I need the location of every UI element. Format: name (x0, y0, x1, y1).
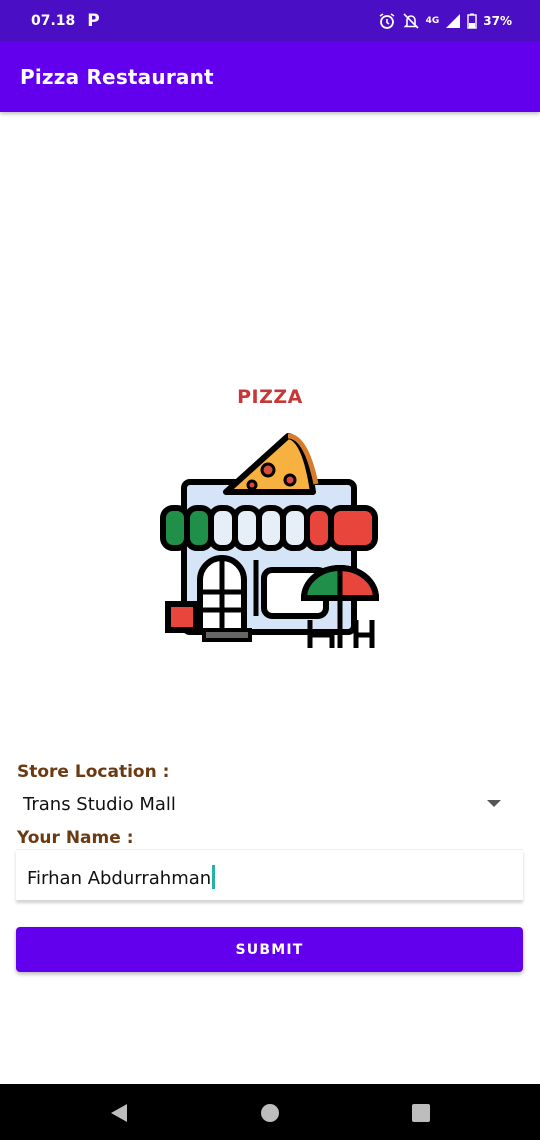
status-bar: 07.18 P 4G 37% (0, 0, 540, 41)
home-icon[interactable] (259, 1102, 281, 1124)
store-location-spinner[interactable]: Trans Studio Mall (16, 786, 523, 822)
your-name-value: Firhan Abdurrahman (27, 868, 212, 889)
signal-icon (446, 13, 461, 28)
status-time: 07.18 (31, 12, 76, 29)
navigation-bar (0, 1084, 540, 1140)
your-name-input[interactable]: Firhan Abdurrahman (16, 849, 523, 900)
notifications-off-icon (403, 12, 419, 29)
store-location-value: Trans Studio Mall (23, 794, 176, 815)
dropdown-arrow-icon (487, 800, 501, 807)
pizza-store-icon (160, 433, 380, 648)
battery-percent: 37% (483, 13, 512, 28)
app-bar: Pizza Restaurant (0, 41, 540, 112)
your-name-label: Your Name : (17, 828, 134, 848)
app-title: Pizza Restaurant (20, 65, 214, 89)
store-location-label: Store Location : (17, 762, 170, 782)
back-icon[interactable] (108, 1102, 130, 1124)
recents-icon[interactable] (410, 1102, 432, 1124)
submit-button[interactable]: SUBMIT (16, 927, 523, 972)
brand-title: PIZZA (237, 386, 303, 408)
text-cursor (212, 865, 216, 889)
alarm-icon (379, 12, 395, 29)
network-type: 4G (425, 15, 440, 26)
battery-icon (467, 13, 477, 29)
p-icon: P (87, 10, 100, 31)
